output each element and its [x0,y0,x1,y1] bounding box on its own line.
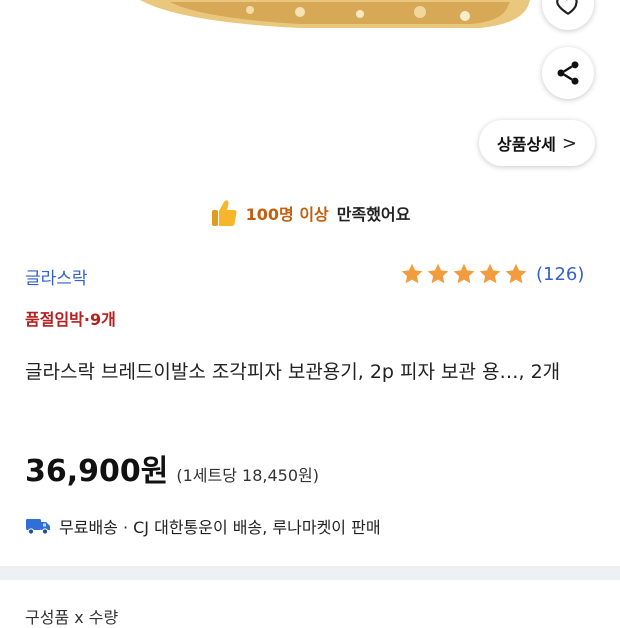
product-title: 글라스락 브레드이발소 조각피자 보관용기, 2p 피자 보관 용…, 2개 [25,361,561,383]
satisfaction-count: 100명 이상 [245,205,329,224]
star-icon [427,263,449,284]
option-label[interactable]: 구성품 x 수량 [25,604,118,628]
section-divider [0,566,620,580]
thumbs-up-icon [211,200,237,226]
product-detail-button[interactable]: 상품상세 > [479,120,595,166]
star-icon [479,263,501,284]
delivery-info: 무료배송 · CJ 대한통운이 배송, 루나마켓이 판매 [25,514,381,538]
review-count[interactable]: (126) [536,264,584,285]
heart-icon [556,0,578,15]
rating-stars [400,262,528,286]
star-icon [505,263,527,284]
star-icon [401,263,423,284]
chevron-right-icon: > [561,132,577,154]
rating-summary[interactable]: (126) [400,262,584,286]
satisfaction-banner: 100명 이상 만족했어요 [0,195,620,231]
product-price: 36,900원 [25,454,169,489]
share-icon [557,61,579,85]
delivery-text: 무료배송 · CJ 대한통운이 배송, 루나마켓이 판매 [59,518,381,537]
brand-link[interactable]: 글라스락 [25,264,88,289]
truck-icon [26,519,50,535]
satisfaction-text: 만족했어요 [336,205,411,224]
unit-price: (1세트당 18,450원) [176,466,319,485]
star-icon [453,263,475,284]
share-button[interactable] [542,47,594,99]
product-detail-label: 상품상세 [497,135,556,154]
price-row: 36,900원 (1세트당 18,450원) [25,446,319,490]
stock-notice: 품절임박·9개 [25,310,116,329]
